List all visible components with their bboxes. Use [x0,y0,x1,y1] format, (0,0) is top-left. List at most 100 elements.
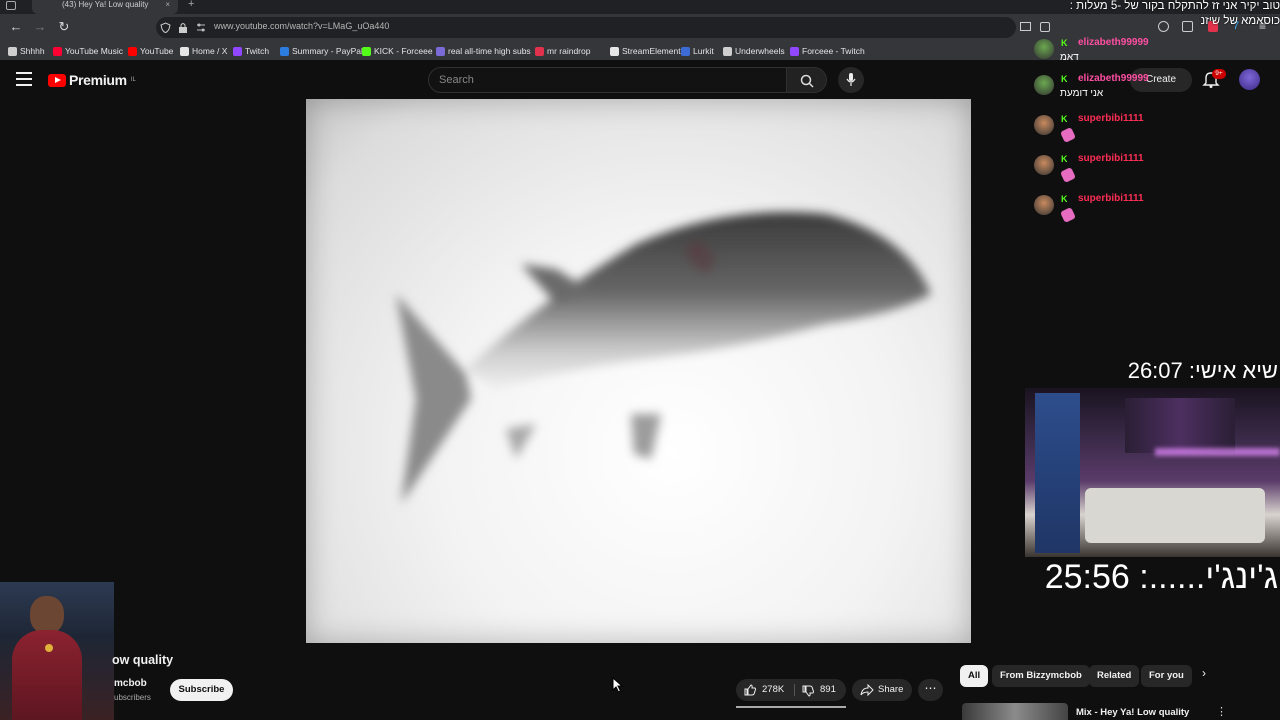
chat-avatar [1034,75,1054,95]
kick-badge-icon: K [1061,38,1068,48]
chat-message: Ksuperbibi1111 [1034,153,1274,191]
jersey-logo [45,644,53,652]
personal-best-timer: שיא אישי: 26:07 [1127,358,1278,383]
streamelements-icon [610,46,619,56]
bookmark-item[interactable]: Lurkit [681,46,714,56]
share-label: Share [878,684,904,695]
lock-icon[interactable] [178,22,188,33]
chat-message: Ksuperbibi1111 [1034,193,1274,231]
logo-text: Premium [69,72,127,88]
up-next-title[interactable]: Mix - Hey Ya! Low quality [1076,707,1189,718]
overlay-line-1: טוב יקיר אני זז להתקלח בקור של -5 מעלות … [1069,0,1280,12]
webcam-wall-posters [1125,398,1235,453]
webcam-person-head [30,596,64,634]
chip-from-channel[interactable]: From Bizzymcbob [992,665,1090,687]
browser-tab[interactable]: (43) Hey Ya! Low quality × [32,0,178,14]
overlay-line-2: כוסאמא של שיזנ [1200,15,1280,27]
bookmark-label: mr raindrop [547,46,591,56]
video-title: ow quality [112,653,174,667]
bookmark-item[interactable]: mr raindrop [535,46,590,56]
folder-icon [8,46,17,56]
shield-icon [160,22,171,33]
chat-username: superbibi1111 [1078,113,1144,124]
url-text[interactable]: www.youtube.com/watch?v=LMaG_uOa440 [214,21,389,31]
microphone-icon [846,73,856,86]
bookmark-item[interactable]: Home / X [180,46,227,56]
kick-icon [362,46,371,56]
kick-badge-icon: K [1061,114,1068,124]
chip-related[interactable]: Related [1089,665,1140,687]
bookmark-item[interactable]: KICK - Forceee [362,46,433,56]
dislike-count: 891 [820,684,836,695]
like-button[interactable]: 278K [736,679,794,701]
webcam-led-strip [1155,448,1280,456]
webcam-bed [1085,488,1265,543]
bookmark-item[interactable]: StreamElements - [610,46,690,56]
youtube-premium-logo[interactable]: Premium IL [48,72,136,88]
bookmark-label: Lurkit [693,46,714,56]
popsicle-emote-icon [1060,127,1076,143]
bookmark-item[interactable]: YouTube Music [53,46,123,56]
pen-icon [436,46,445,56]
logo-region: IL [130,77,136,83]
bookmark-item[interactable]: Underwheels [723,46,785,56]
kick-badge-icon: K [1061,74,1068,84]
chat-text: אני דומעת [1060,88,1104,99]
youtube-play-icon [48,73,66,87]
new-tab-icon[interactable]: + [188,0,194,10]
channel-name[interactable]: mcbob [114,678,147,689]
tab-close-icon[interactable]: × [165,0,170,10]
bookmark-item[interactable]: real all-time high subs [436,46,531,56]
webcam-person [1035,393,1080,553]
kick-badge-icon: K [1061,194,1068,204]
like-ratio-line [736,706,846,708]
up-next-thumbnail[interactable] [962,703,1068,720]
chip-all[interactable]: All [960,665,989,687]
bookmark-label: Underwheels [735,46,785,56]
bookmark-item[interactable]: Shhhh [8,46,45,56]
bookmark-item[interactable]: Summary - PayPal [280,46,363,56]
share-button[interactable]: Share [852,679,912,701]
forward-icon[interactable]: → [32,19,48,35]
dislike-button[interactable]: 891 [795,679,846,701]
reload-icon[interactable]: ↻ [56,19,72,35]
youtube-icon [128,46,137,56]
back-icon[interactable]: ← [8,19,24,35]
streamer-webcam-left [0,582,114,720]
share-icon [860,684,874,696]
bookmark-item[interactable]: Forceee - Twitch [790,46,865,56]
chips-next-icon[interactable]: › [1202,666,1206,680]
bookmark-item[interactable]: Twitch [233,46,269,56]
hamburger-menu-icon[interactable] [16,72,32,86]
chat-avatar [1034,115,1054,135]
site-settings-icon[interactable] [196,23,206,32]
thumbs-up-icon [744,684,756,696]
paypal-icon [280,46,289,56]
lurkit-icon [681,46,690,56]
subscriber-count: ubscribers [114,693,151,702]
voice-search-button[interactable] [838,67,864,93]
bookmark-label: real all-time high subs [448,46,531,56]
chat-text: דאמ [1060,52,1079,63]
mouse-cursor-icon [612,677,624,693]
chat-avatar [1034,155,1054,175]
bookmark-item[interactable]: YouTube [128,46,173,56]
raindrop-icon [535,46,544,56]
up-next-more-icon[interactable]: ⋮ [1216,705,1227,718]
subscribe-button[interactable]: Subscribe [170,679,233,701]
more-actions-button[interactable]: ⋯ [918,679,943,701]
folder-icon [723,46,732,56]
youtube-music-icon [53,46,62,56]
tab-search-icon[interactable] [6,1,16,10]
chat-message: Kelizabeth99999 דאמ [1034,37,1274,75]
search-button[interactable] [787,67,827,93]
chip-for-you[interactable]: For you [1141,665,1192,687]
chat-username: superbibi1111 [1078,193,1144,204]
extension-icon[interactable] [1040,22,1050,32]
twitch-icon [790,46,799,56]
video-player[interactable] [306,99,971,643]
screen-share-icon[interactable] [1020,22,1031,31]
chat-username: elizabeth99999 [1078,37,1149,48]
bookmark-label: YouTube [140,46,174,56]
search-input[interactable]: Search [428,67,787,93]
